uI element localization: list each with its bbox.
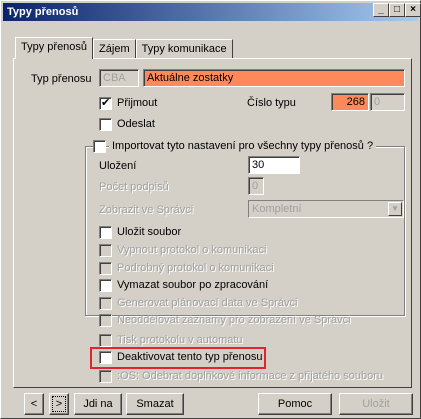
transfer-type-name-field[interactable]: Aktuálne zostatky — [143, 69, 405, 87]
delete-after-processing-checkbox[interactable] — [99, 279, 112, 292]
no-record-separation-checkbox[interactable] — [99, 314, 112, 327]
type-number-label: Číslo typu — [247, 97, 296, 109]
deactivate-type-label: Deaktivovat tento typ přenosu — [117, 351, 263, 363]
tab-interest[interactable]: Zájem — [93, 39, 136, 59]
remove-extra-info-label: :OS: Odebrat doplňkové informace z přija… — [117, 370, 383, 382]
transfer-type-code-field[interactable]: CBA — [99, 69, 139, 87]
receive-checkbox[interactable] — [99, 96, 112, 110]
remove-extra-info-checkbox[interactable] — [99, 370, 112, 383]
storage-label: Uložení — [99, 160, 137, 172]
display-label: Zobrazit ve Správci — [99, 204, 194, 216]
send-checkbox[interactable] — [99, 118, 112, 131]
save-file-label: Uložit soubor — [117, 226, 182, 238]
detailed-comm-log-checkbox[interactable] — [99, 262, 112, 275]
save-file-checkbox[interactable] — [99, 226, 112, 239]
generate-planning-data-checkbox[interactable] — [99, 297, 112, 310]
no-record-separation-label: Neoddělovat záznamy pro zobrazení ve Spr… — [117, 314, 351, 326]
delete-button[interactable]: Smazat — [126, 393, 184, 415]
close-button[interactable]: × — [405, 3, 421, 17]
help-button[interactable]: Pomoc — [258, 393, 332, 415]
import-settings-label: Importovat tyto nastavení pro všechny ty… — [109, 140, 377, 152]
print-protocol-label: Tisk protokolu v automatu — [117, 334, 243, 346]
import-settings-checkbox[interactable] — [93, 140, 106, 153]
disable-comm-log-checkbox[interactable] — [99, 244, 112, 257]
tab-transfer-types[interactable]: Typy přenosů — [15, 37, 94, 59]
save-button[interactable]: Uložit — [339, 393, 413, 415]
prev-button[interactable]: < — [24, 393, 44, 415]
generate-planning-data-label: Generovat plánovací data ve Správci — [117, 297, 298, 309]
minimize-button[interactable]: _ — [373, 3, 389, 17]
send-label: Odeslat — [117, 118, 155, 130]
next-button[interactable]: > — [49, 393, 69, 415]
signatures-field[interactable]: 0 — [248, 177, 264, 195]
transfer-type-label: Typ přenosu — [31, 73, 92, 85]
deactivate-type-checkbox[interactable] — [99, 351, 112, 364]
window-title: Typy přenosů — [7, 6, 79, 18]
disable-comm-log-label: Vypnout protokol o komunikaci — [117, 244, 267, 256]
goto-button[interactable]: Jdi na — [74, 393, 122, 415]
tab-strip: Typy přenosů Zájem Typy komunikace — [15, 37, 233, 59]
signatures-label: Počet podpisů — [99, 181, 169, 193]
tab-communication-types[interactable]: Typy komunikace — [135, 39, 233, 59]
print-protocol-checkbox[interactable] — [99, 334, 112, 347]
storage-field[interactable]: 30 — [248, 156, 300, 174]
type-number-field[interactable]: 268 — [331, 93, 369, 111]
title-bar[interactable]: Typy přenosů — [3, 3, 418, 21]
type-number-extra-field[interactable]: 0 — [370, 93, 405, 111]
chevron-down-icon[interactable]: ▼ — [388, 202, 402, 216]
display-select[interactable]: Kompletní ▼ — [248, 200, 404, 218]
transfer-types-window: Typy přenosů _ □ × Typy přenosů Zájem Ty… — [0, 0, 421, 419]
receive-label: Přijmout — [117, 97, 158, 109]
maximize-button[interactable]: □ — [389, 3, 405, 17]
detailed-comm-log-label: Podrobný protokol o komunikaci — [117, 262, 274, 274]
display-select-value: Kompletní — [252, 203, 302, 215]
delete-after-processing-label: Vymazat soubor po zpracování — [117, 279, 269, 291]
